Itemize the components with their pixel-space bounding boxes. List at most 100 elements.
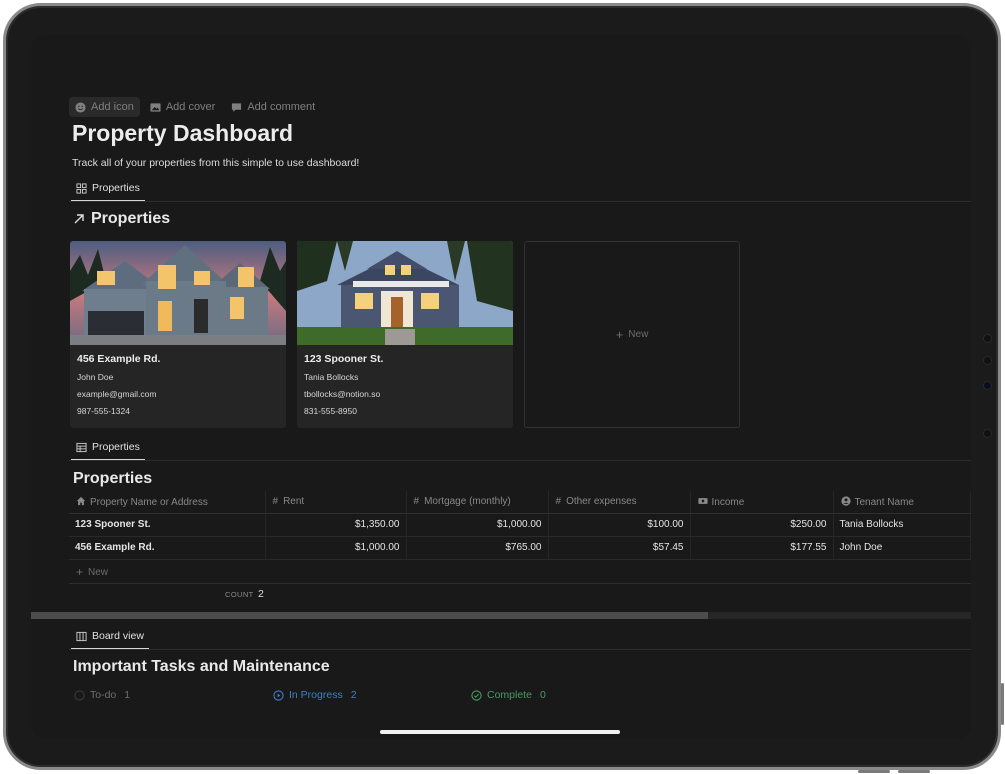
group-count: 2 [350,689,357,701]
board-icon [76,631,87,641]
image-icon [150,102,161,112]
column-header[interactable]: Property Name or Address [69,491,266,514]
page-description[interactable]: Track all of your properties from this s… [72,157,359,169]
bottom-button [898,770,930,773]
cell-mortgage[interactable]: $1,000.00 [406,513,549,537]
column-label: Mortgage (monthly) [424,496,511,508]
cell-income[interactable]: $177.55 [690,536,834,560]
smiley-icon [75,101,86,113]
table-row[interactable]: 123 Spooner St. $1,350.00 $1,000.00 $100… [69,513,971,537]
add-cover-button[interactable]: Add cover [144,97,222,117]
column-label: Rent [283,496,305,508]
board-group-complete[interactable]: Complete 0 [471,689,546,701]
property-photo [297,241,513,345]
add-icon-label: Add icon [91,101,134,113]
divider [69,201,971,202]
tab-label: Board view [92,630,144,642]
gallery-title[interactable]: Properties [73,210,170,228]
tenant-phone[interactable]: 987-555-1324 [77,406,279,416]
properties-table: Property Name or Address # Rent # Mortgage… [69,491,971,560]
property-address: 123 Spooner St. [304,353,384,365]
home-indicator[interactable] [380,730,620,734]
tenant-name: Tania Bollocks [304,372,359,382]
gallery-title-label: Properties [91,210,171,227]
table-title[interactable]: Properties [73,470,152,488]
number-icon: # [272,496,279,508]
person-icon [840,496,851,506]
property-card[interactable]: 456 Example Rd. John Doe example@gmail.c… [70,241,286,428]
new-card-button[interactable]: + New [524,241,740,428]
plus-icon: + [615,327,624,342]
cell-rent[interactable]: $1,350.00 [265,513,407,537]
tenant-email[interactable]: tbollocks@notion.so [304,389,506,399]
sensor-dot [983,429,992,438]
new-card-label: New [628,329,649,340]
cell-address[interactable]: 123 Spooner St. [69,513,266,537]
property-photo [70,241,286,345]
plus-icon: + [76,565,84,579]
column-label: Income [711,496,745,508]
column-header[interactable]: # Mortgage (monthly) [406,491,549,514]
cell-tenant[interactable]: John Doe [833,536,971,560]
bottom-button [858,770,890,773]
board-group-todo[interactable]: To-do 1 [74,689,130,701]
property-address: 456 Example Rd. [77,353,161,365]
table-icon [76,442,87,452]
formula-icon [697,497,708,504]
cell-tenant[interactable]: Tania Bollocks [833,513,971,537]
cell-other-expenses[interactable]: $57.45 [548,536,691,560]
column-label: Tenant Name [854,496,914,508]
tab-board-view[interactable]: Board view [71,624,149,650]
column-header[interactable]: # Other expenses [548,491,691,514]
add-cover-label: Add cover [165,101,216,113]
circle-dashed-icon [74,689,85,701]
number-icon: # [413,496,420,508]
tab-gallery-properties[interactable]: Properties [71,176,145,202]
volume-button [1001,683,1004,725]
page-title[interactable]: Property Dashboard [72,120,293,147]
home-icon [76,496,86,505]
column-header[interactable]: Income [690,491,834,514]
add-comment-button[interactable]: Add comment [225,97,321,117]
sensor-dot [983,356,992,365]
tenant-email[interactable]: example@gmail.com [77,389,279,399]
tab-label: Properties [92,182,140,194]
table-row[interactable]: 456 Example Rd. $1,000.00 $765.00 $57.45… [69,536,971,560]
new-row-label: New [88,566,109,578]
cell-mortgage[interactable]: $765.00 [406,536,549,560]
tab-table-properties[interactable]: Properties [71,435,145,461]
group-label: To-do [90,689,117,701]
property-card[interactable]: 123 Spooner St. Tania Bollocks tbollocks… [297,241,513,428]
tenant-phone[interactable]: 831-555-8950 [304,406,506,416]
number-icon: # [555,496,562,508]
sensor-dot [983,334,992,343]
column-header[interactable]: # Rent [265,491,407,514]
cell-address[interactable]: 456 Example Rd. [69,536,266,560]
board-group-in-progress[interactable]: In Progress 2 [273,689,357,701]
check-circle-icon [471,689,482,701]
add-comment-label: Add comment [247,101,316,113]
gallery-grid-icon [76,182,87,194]
tenant-name: John Doe [77,372,114,382]
cell-rent[interactable]: $1,000.00 [265,536,407,560]
cell-other-expenses[interactable]: $100.00 [548,513,691,537]
divider [69,649,971,650]
page-actions: Add icon Add cover Add comment [69,97,321,117]
count-label: COUNT [225,590,254,599]
group-count: 1 [124,689,131,701]
scrollbar-thumb[interactable] [31,612,708,619]
column-header[interactable]: Tenant Name [833,491,971,514]
board-title[interactable]: Important Tasks and Maintenance [73,658,330,676]
new-row-button[interactable]: + New [76,565,108,579]
divider [69,583,971,584]
row-count[interactable]: COUNT 2 [225,588,264,600]
add-icon-button[interactable]: Add icon [69,97,140,117]
divider [69,460,971,461]
group-count: 0 [539,689,546,701]
horizontal-scrollbar[interactable] [31,612,971,619]
cell-income[interactable]: $250.00 [690,513,834,537]
camera-lens [983,381,992,390]
column-label: Property Name or Address [90,496,208,508]
group-label: In Progress [289,689,343,701]
notion-page: Add icon Add cover Add comment Property … [31,35,971,739]
